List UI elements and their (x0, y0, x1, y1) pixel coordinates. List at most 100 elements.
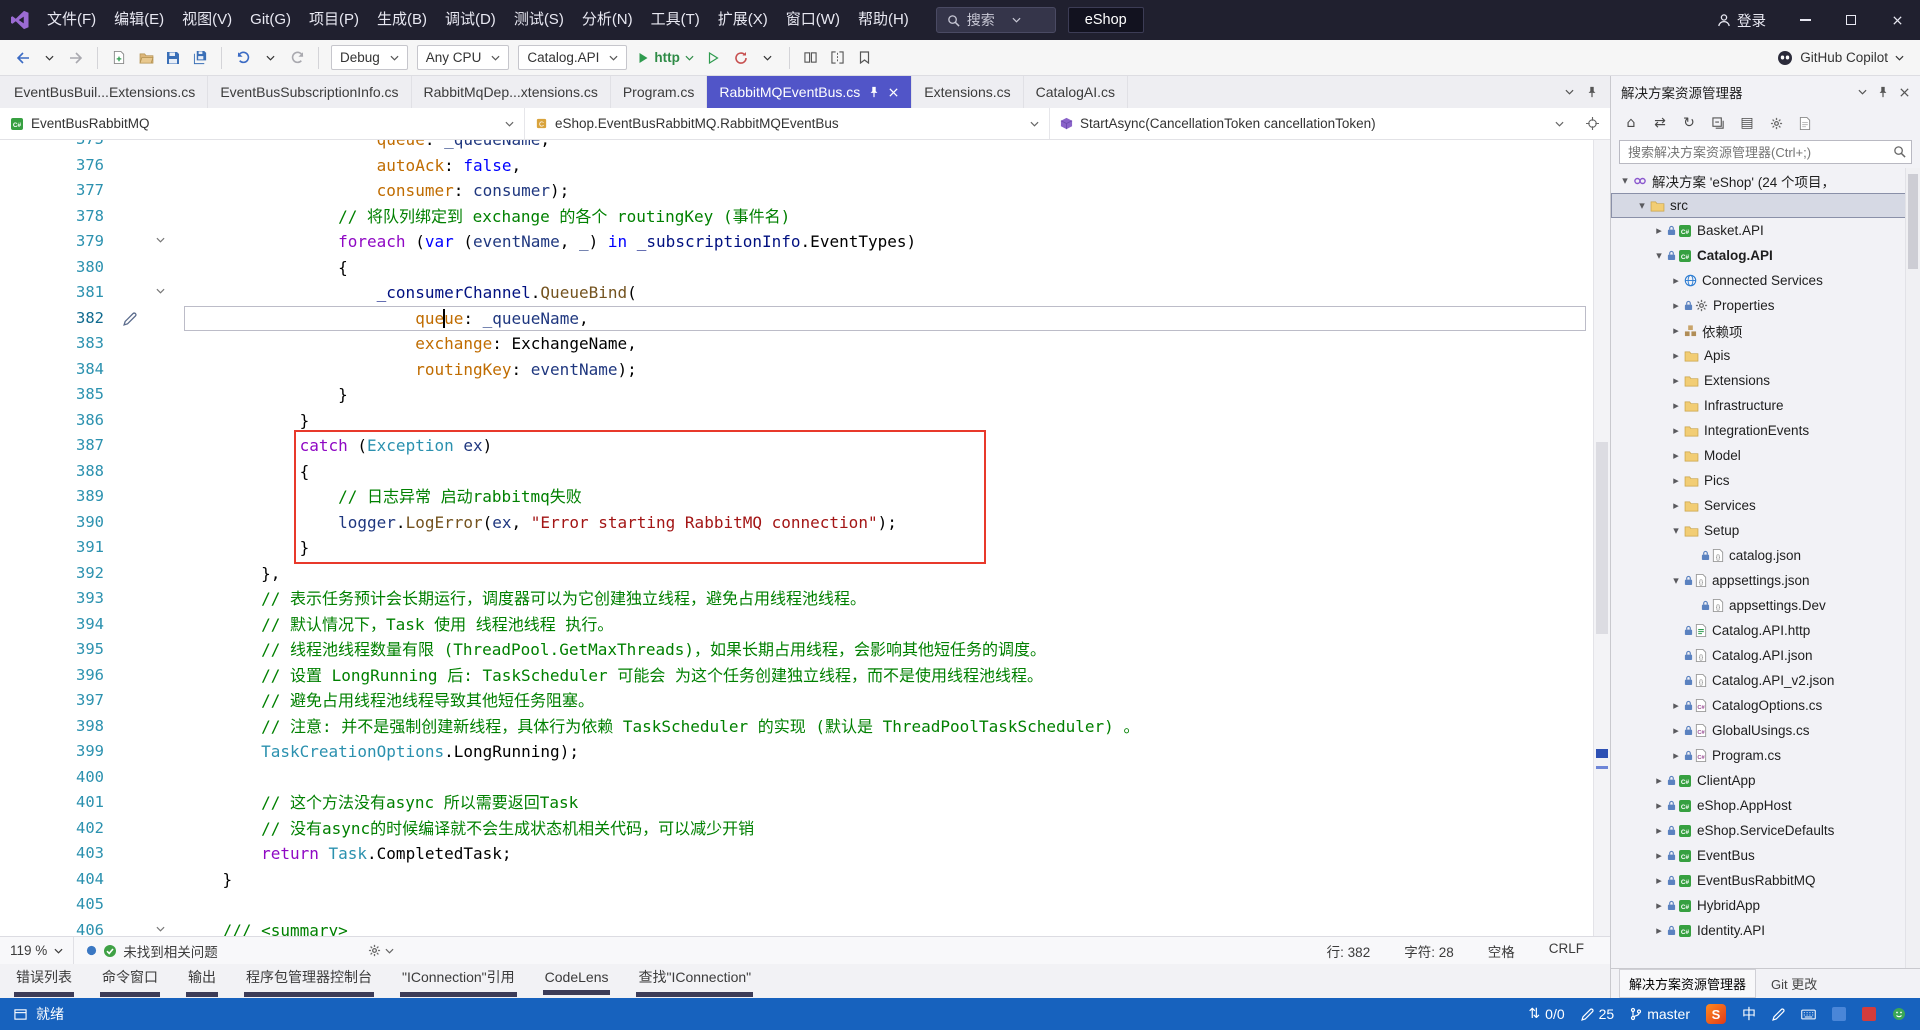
tree-item[interactable]: ▸ C# GlobalUsings.cs (1611, 718, 1920, 743)
document-tab[interactable]: RabbitMQEventBus.cs (707, 76, 913, 108)
ime-language-indicator[interactable]: 中 (1742, 1004, 1756, 1024)
minimize-button[interactable] (1782, 0, 1828, 40)
document-tab[interactable]: CatalogAI.cs (1024, 76, 1129, 108)
tree-item[interactable]: ▾ src (1611, 193, 1920, 218)
tree-item[interactable]: {} Catalog.API_v2.json (1611, 668, 1920, 693)
expander-icon[interactable]: ▸ (1651, 924, 1667, 937)
menu-item[interactable]: 工具(T) (642, 0, 709, 40)
menu-item[interactable]: 窗口(W) (777, 0, 849, 40)
undo-chevron-icon[interactable] (258, 45, 282, 71)
menu-item[interactable]: 调试(D) (436, 0, 505, 40)
expander-icon[interactable]: ▸ (1668, 449, 1684, 462)
keyboard-icon[interactable] (1801, 1009, 1816, 1020)
document-tab[interactable]: EventBusSubscriptionInfo.cs (208, 76, 412, 108)
panel-tab[interactable]: "IConnection"引用 (400, 965, 517, 998)
switch-views-icon[interactable]: ⇄ (1648, 112, 1672, 134)
tree-item[interactable]: ▾ Setup (1611, 518, 1920, 543)
git-sync-indicator[interactable]: ⇅ 0/0 (1528, 1006, 1564, 1022)
scrollbar-thumb[interactable] (1596, 442, 1608, 634)
undo-button[interactable] (231, 45, 255, 71)
tree-item[interactable]: ▸ Pics (1611, 468, 1920, 493)
menu-item[interactable]: 扩展(X) (709, 0, 777, 40)
menu-item[interactable]: Git(G) (241, 0, 300, 40)
collapse-all-icon[interactable] (1706, 112, 1730, 134)
start-without-debugging-button[interactable] (702, 45, 726, 71)
expander-icon[interactable]: ▾ (1668, 574, 1684, 587)
document-tab[interactable]: RabbitMqDep...xtensions.cs (412, 76, 611, 108)
expander-icon[interactable]: ▸ (1668, 374, 1684, 387)
expander-icon[interactable]: ▸ (1668, 724, 1684, 737)
navigate-back-button[interactable] (10, 45, 34, 71)
columns-icon[interactable] (799, 45, 823, 71)
tree-scrollbar[interactable] (1905, 168, 1920, 968)
expander-icon[interactable]: ▾ (1668, 524, 1684, 537)
tree-item[interactable]: ▸ Connected Services (1611, 268, 1920, 293)
menu-item[interactable]: 项目(P) (300, 0, 368, 40)
menu-item[interactable]: 视图(V) (173, 0, 241, 40)
zoom-selector[interactable]: 119 % (0, 937, 75, 964)
tree-scrollbar-thumb[interactable] (1908, 174, 1918, 269)
tray-red-icon[interactable] (1862, 1007, 1876, 1021)
sign-in-button[interactable]: 登录 (1737, 10, 1766, 31)
refresh-icon[interactable]: ↻ (1677, 112, 1701, 134)
line-ending-indicator[interactable]: CRLF (1549, 941, 1584, 961)
hot-reload-chevron-icon[interactable] (756, 45, 780, 71)
expander-icon[interactable]: ▸ (1651, 899, 1667, 912)
panel-tab[interactable]: 错误列表 (14, 965, 74, 998)
expander-icon[interactable]: ▾ (1634, 199, 1650, 212)
new-file-button[interactable] (107, 45, 131, 71)
expander-icon[interactable]: ▸ (1651, 774, 1667, 787)
preview-icon[interactable] (1793, 112, 1817, 134)
structure-visualizer-icon[interactable] (1574, 108, 1610, 139)
navigate-forward-button[interactable] (64, 45, 88, 71)
pin-tab-icon[interactable] (1586, 86, 1598, 98)
menu-item[interactable]: 生成(B) (368, 0, 436, 40)
save-button[interactable] (161, 45, 185, 71)
panel-tab[interactable]: 输出 (186, 965, 218, 998)
tree-item[interactable]: {} catalog.json (1611, 543, 1920, 568)
expander-icon[interactable]: ▸ (1668, 699, 1684, 712)
expander-icon[interactable]: ▾ (1651, 249, 1667, 262)
tree-item[interactable]: ▸ C# ClientApp (1611, 768, 1920, 793)
tree-item[interactable]: ▾ C# Catalog.API (1611, 243, 1920, 268)
tray-grid-icon[interactable] (1832, 1007, 1846, 1021)
column-indicator[interactable]: 字符: 28 (1404, 941, 1454, 961)
tree-item[interactable]: ▸ 依赖项 (1611, 318, 1920, 343)
save-all-button[interactable] (188, 45, 212, 71)
properties-icon[interactable] (1764, 112, 1788, 134)
expander-icon[interactable]: ▸ (1651, 874, 1667, 887)
menu-item[interactable]: 测试(S) (505, 0, 573, 40)
home-icon[interactable]: ⌂ (1619, 112, 1643, 134)
handwriting-icon[interactable] (1772, 1007, 1785, 1021)
expander-icon[interactable]: ▸ (1668, 424, 1684, 437)
expander-icon[interactable]: ▸ (1668, 274, 1684, 287)
explorer-footer-tab[interactable]: 解决方案资源管理器 (1619, 969, 1757, 998)
solution-search-input[interactable] (1619, 140, 1912, 164)
expander-icon[interactable]: ▾ (1617, 174, 1633, 187)
global-search-box[interactable]: 搜索 (935, 7, 1056, 33)
explorer-footer-tab[interactable]: Git 更改 (1762, 970, 1826, 997)
code-column[interactable]: queue: _queueName, autoAck: false, consu… (184, 140, 1610, 936)
document-tab[interactable]: Extensions.cs (912, 76, 1024, 108)
code-editor[interactable]: 375 376 377 378 379 380 381 382 383 384 385 386 387 3… (0, 140, 1610, 936)
tree-item[interactable]: ▸ C# Basket.API (1611, 218, 1920, 243)
tree-item[interactable]: ▸ C# Program.cs (1611, 743, 1920, 768)
tree-item[interactable]: ▸ C# HybridApp (1611, 893, 1920, 918)
menu-item[interactable]: 编辑(E) (105, 0, 173, 40)
window-position-icon[interactable] (1858, 89, 1867, 95)
tree-item[interactable]: Catalog.API.http (1611, 618, 1920, 643)
pin-icon[interactable] (1877, 86, 1889, 98)
tree-item[interactable]: ▸ Apis (1611, 343, 1920, 368)
tree-item[interactable]: ▸ C# EventBus (1611, 843, 1920, 868)
tree-item[interactable]: ▸ C# eShop.ServiceDefaults (1611, 818, 1920, 843)
line-indicator[interactable]: 行: 382 (1327, 941, 1371, 961)
panel-tab[interactable]: 程序包管理器控制台 (244, 965, 374, 998)
project-dropdown[interactable]: C# EventBusRabbitMQ (0, 108, 525, 139)
expander-icon[interactable]: ▸ (1668, 349, 1684, 362)
member-dropdown[interactable]: StartAsync(CancellationToken cancellatio… (1050, 108, 1574, 139)
tree-item[interactable]: ▸ Properties (1611, 293, 1920, 318)
document-tab[interactable]: EventBusBuil...Extensions.cs (2, 76, 209, 108)
tree-item[interactable]: ▾ {} appsettings.json (1611, 568, 1920, 593)
tree-item[interactable]: ▸ Infrastructure (1611, 393, 1920, 418)
tree-item[interactable]: ▸ C# eShop.AppHost (1611, 793, 1920, 818)
